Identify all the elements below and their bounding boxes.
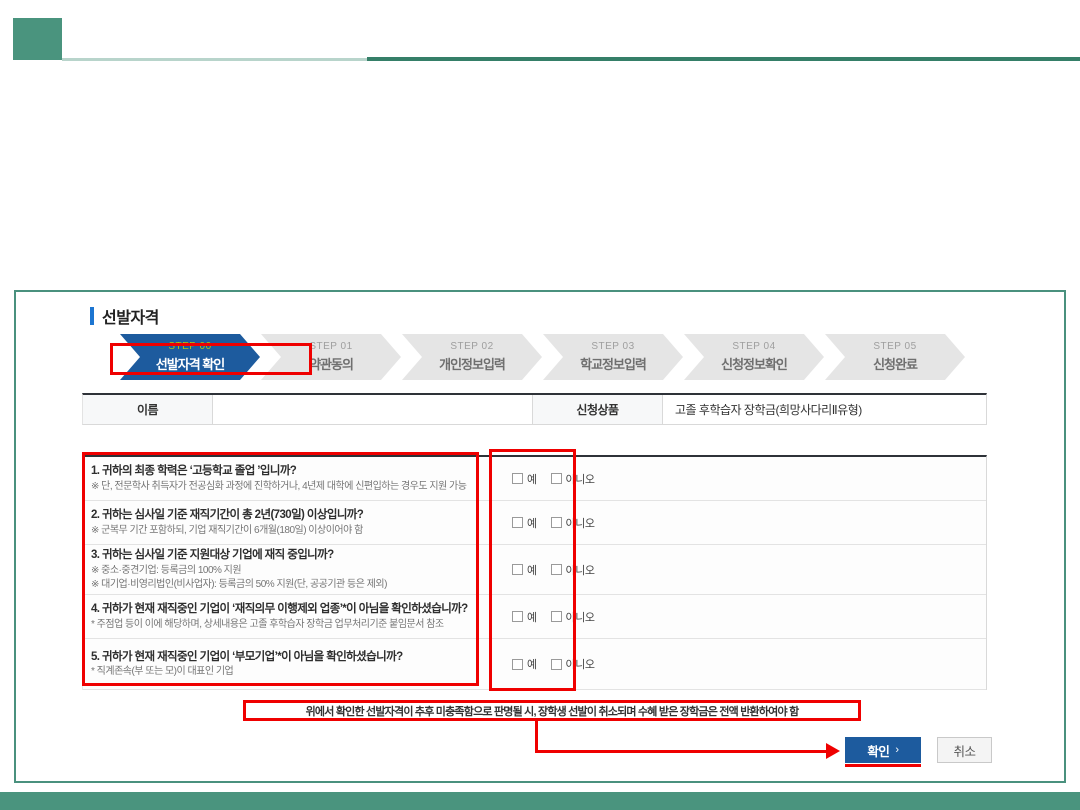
confirm-button[interactable]: 확인 ›	[845, 737, 921, 763]
question-note: ※ 단, 전문학사 취득자가 전공심화 과정에 진학하거나, 4년제 대학에 신…	[91, 480, 495, 494]
no-checkbox[interactable]	[551, 659, 562, 670]
step-number: STEP 04	[732, 341, 775, 352]
product-label: 신청상품	[533, 395, 663, 424]
yes-label: 예	[527, 656, 537, 672]
question-row-3: 3. 귀하는 심사일 기준 지원대상 기업에 재직 중입니까? ※ 중소·중견기…	[83, 545, 986, 595]
answer-yes-group: 예	[512, 656, 537, 672]
name-label: 이름	[83, 395, 213, 424]
question-row-1: 1. 귀하의 최종 학력은 ‘고등학교 졸업 ’입니까? ※ 단, 전문학사 취…	[83, 457, 986, 501]
step-item-4: STEP 04 신청정보확인	[684, 334, 824, 380]
question-row-2: 2. 귀하는 심사일 기준 재직기간이 총 2년(730일) 이상입니까? ※ …	[83, 501, 986, 545]
yes-label: 예	[527, 515, 537, 531]
question-note: ※ 군복무 기간 포함하되, 기업 재직기간이 6개월(180일) 이상이어야 …	[91, 524, 495, 538]
yes-label: 예	[527, 562, 537, 578]
answer-yes-group: 예	[512, 562, 537, 578]
chevron-right-icon: ›	[895, 744, 898, 756]
question-title: 3. 귀하는 심사일 기준 지원대상 기업에 재직 중입니까?	[91, 547, 495, 564]
annotation-connector-horizontal	[535, 750, 826, 753]
step-number: STEP 02	[450, 341, 493, 352]
step-number: STEP 03	[591, 341, 634, 352]
warning-note: 위에서 확인한 선발자격이 추후 미충족함으로 판명될 시, 장학생 선발이 취…	[245, 702, 859, 720]
step-label: 신청완료	[873, 354, 917, 373]
selection-qualification-panel: 선발자격 STEP 00 선발자격 확인 STEP 01 약관동의 STEP 0…	[14, 290, 1066, 783]
page-title-text: 선발자격	[102, 304, 159, 328]
answer-yes-group: 예	[512, 515, 537, 531]
warning-text: 위에서 확인한 선발자격이 추후 미충족함으로 판명될 시, 장학생 선발이 취…	[306, 703, 799, 719]
brand-logo-block	[13, 18, 62, 60]
step-label: 개인정보입력	[439, 354, 505, 373]
yes-label: 예	[527, 609, 537, 625]
answer-no-group: 아니오	[551, 609, 595, 625]
step-item-1: STEP 01 약관동의	[261, 334, 401, 380]
product-value: 고졸 후학습자 장학금(희망사다리Ⅱ유형)	[663, 395, 986, 424]
name-value	[213, 395, 533, 424]
question-note: ※ 대기업·비영리법인(비사업자): 등록금의 50% 지원(단, 공공기관 등…	[91, 578, 495, 592]
yes-checkbox[interactable]	[512, 473, 523, 484]
annotation-connector-vertical	[535, 721, 538, 753]
step-label: 신청정보확인	[721, 354, 787, 373]
step-label: 선발자격 확인	[156, 354, 224, 373]
footer-bar	[0, 792, 1080, 810]
page-title: 선발자격	[90, 304, 159, 328]
no-label: 아니오	[566, 609, 595, 625]
question-note: ※ 중소·중견기업: 등록금의 100% 지원	[91, 564, 495, 578]
question-title: 1. 귀하의 최종 학력은 ‘고등학교 졸업 ’입니까?	[91, 463, 495, 480]
confirm-button-label: 확인	[867, 741, 889, 760]
step-number: STEP 00	[168, 341, 211, 352]
header-divider-light	[62, 58, 367, 61]
no-checkbox[interactable]	[551, 473, 562, 484]
question-note: * 직계존속(부 또는 모)이 대표인 기업	[91, 665, 495, 679]
question-note: * 주점업 등이 이에 해당하며, 상세내용은 고졸 후학습자 장학금 업무처리…	[91, 618, 495, 632]
step-item-2: STEP 02 개인정보입력	[402, 334, 542, 380]
no-checkbox[interactable]	[551, 564, 562, 575]
question-title: 4. 귀하가 현재 재직중인 기업이 ‘재직의무 이행제외 업종’*이 아님을 …	[91, 601, 495, 618]
applicant-info-table: 이름 신청상품 고졸 후학습자 장학금(희망사다리Ⅱ유형)	[82, 393, 987, 425]
qualification-question-table: 1. 귀하의 최종 학력은 ‘고등학교 졸업 ’입니까? ※ 단, 전문학사 취…	[82, 455, 987, 690]
step-number: STEP 05	[873, 341, 916, 352]
yes-label: 예	[527, 471, 537, 487]
answer-no-group: 아니오	[551, 562, 595, 578]
no-label: 아니오	[566, 562, 595, 578]
step-item-5: STEP 05 신청완료	[825, 334, 965, 380]
yes-checkbox[interactable]	[512, 659, 523, 670]
header-divider-dark	[367, 57, 1080, 61]
step-item-0: STEP 00 선발자격 확인	[120, 334, 260, 380]
cancel-button-label: 취소	[953, 741, 975, 760]
answer-yes-group: 예	[512, 609, 537, 625]
question-row-5: 5. 귀하가 현재 재직중인 기업이 ‘부모기업’*이 아님을 확인하셨습니까?…	[83, 639, 986, 690]
no-label: 아니오	[566, 515, 595, 531]
step-label: 학교정보입력	[580, 354, 646, 373]
no-label: 아니오	[566, 471, 595, 487]
answer-no-group: 아니오	[551, 656, 595, 672]
title-accent-bar	[90, 307, 94, 325]
step-item-3: STEP 03 학교정보입력	[543, 334, 683, 380]
question-row-4: 4. 귀하가 현재 재직중인 기업이 ‘재직의무 이행제외 업종’*이 아님을 …	[83, 595, 986, 639]
cancel-button[interactable]: 취소	[937, 737, 992, 763]
no-checkbox[interactable]	[551, 611, 562, 622]
question-title: 5. 귀하가 현재 재직중인 기업이 ‘부모기업’*이 아님을 확인하셨습니까?	[91, 649, 495, 666]
yes-checkbox[interactable]	[512, 517, 523, 528]
question-title: 2. 귀하는 심사일 기준 재직기간이 총 2년(730일) 이상입니까?	[91, 507, 495, 524]
annotation-arrowhead-icon	[826, 743, 840, 759]
answer-no-group: 아니오	[551, 471, 595, 487]
yes-checkbox[interactable]	[512, 611, 523, 622]
yes-checkbox[interactable]	[512, 564, 523, 575]
step-number: STEP 01	[309, 341, 352, 352]
wizard-step-indicator: STEP 00 선발자격 확인 STEP 01 약관동의 STEP 02 개인정…	[120, 334, 966, 380]
answer-no-group: 아니오	[551, 515, 595, 531]
answer-yes-group: 예	[512, 471, 537, 487]
step-label: 약관동의	[309, 354, 353, 373]
no-label: 아니오	[566, 656, 595, 672]
annotation-underline-confirm	[845, 764, 921, 767]
no-checkbox[interactable]	[551, 517, 562, 528]
